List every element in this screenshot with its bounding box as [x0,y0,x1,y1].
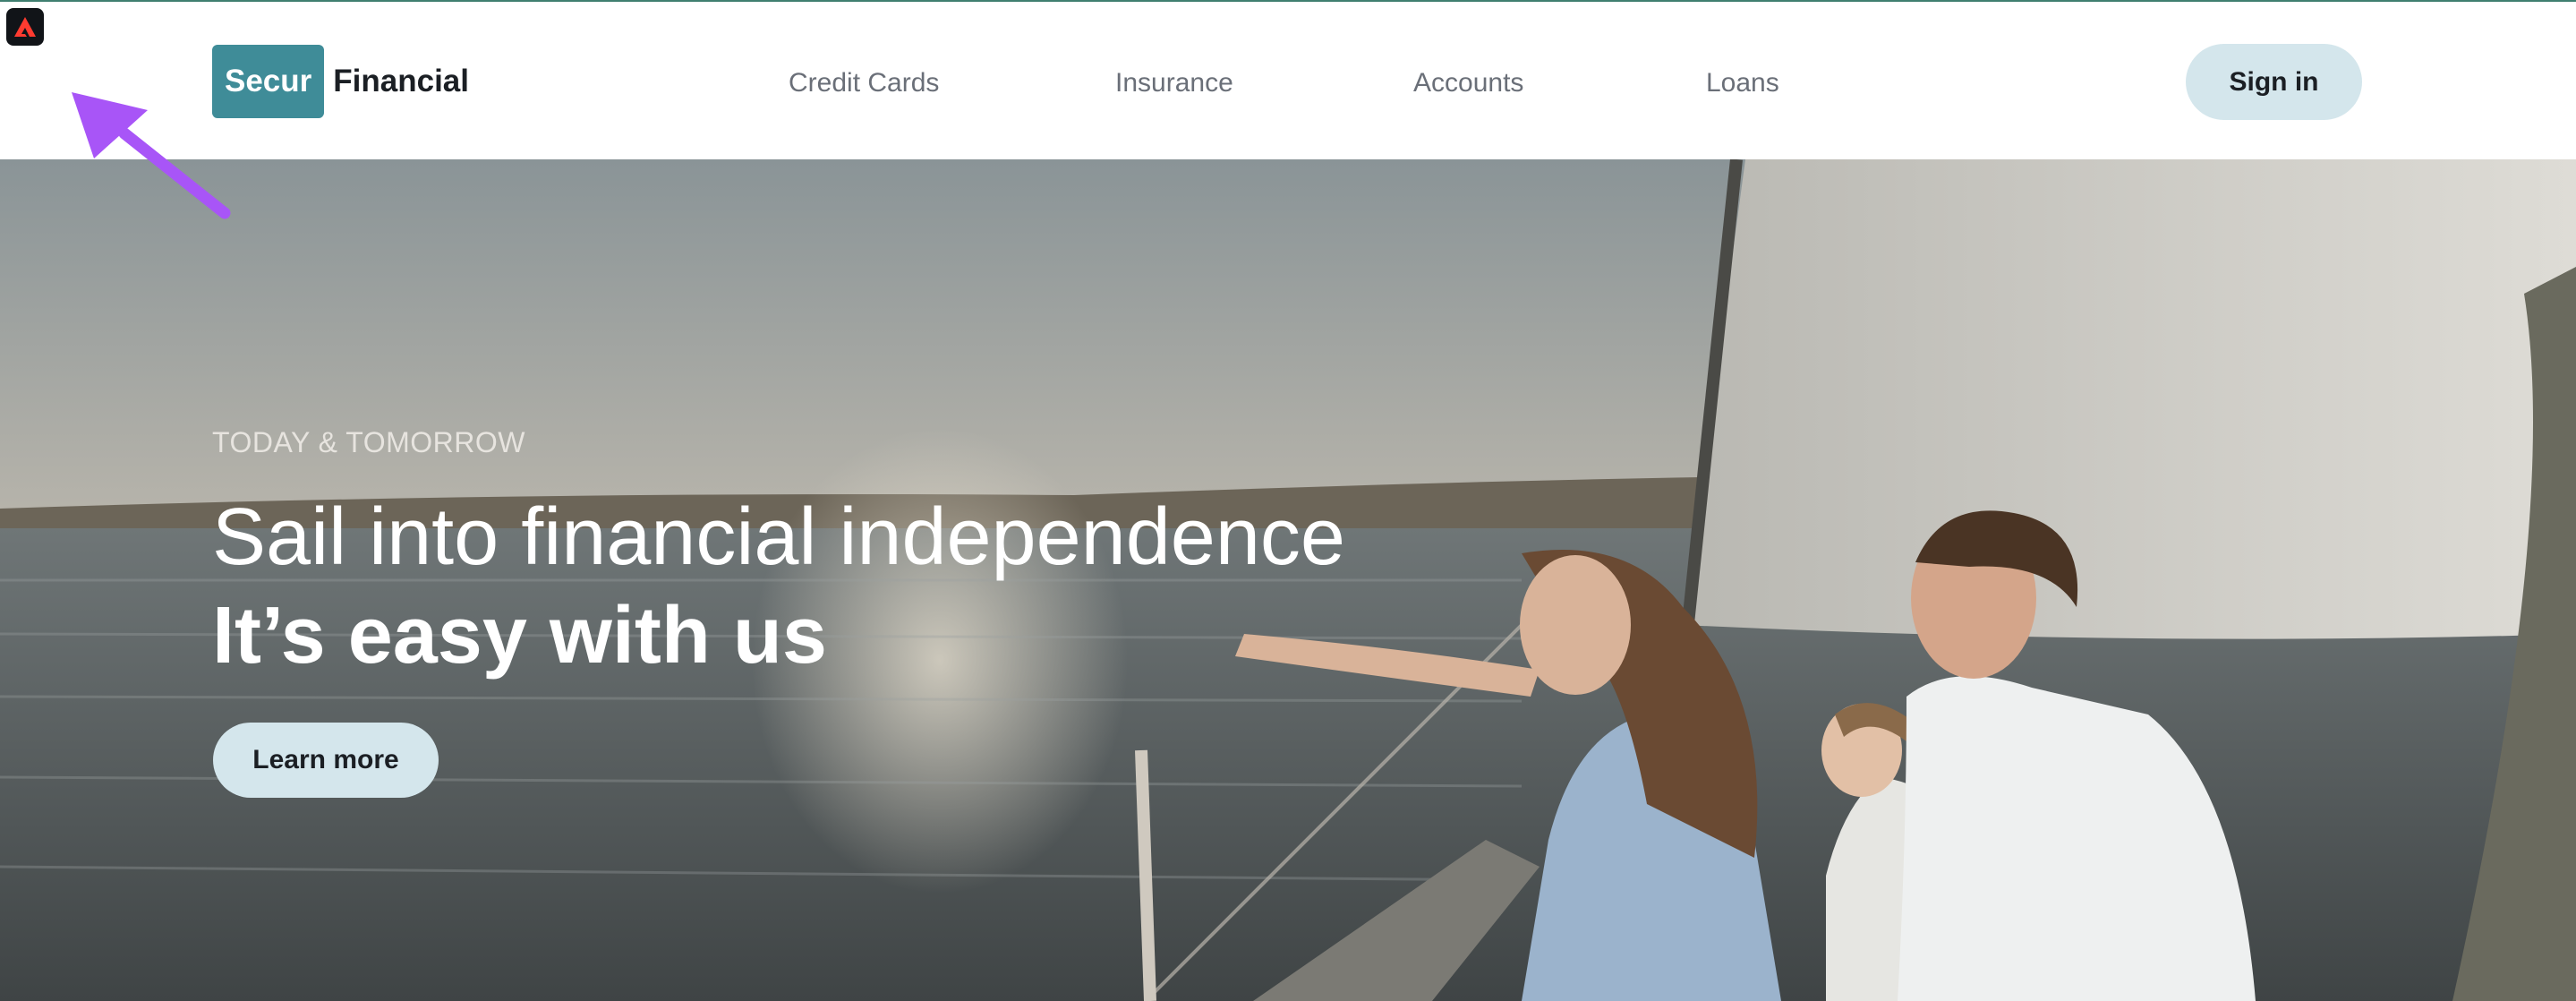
nav-loans[interactable]: Loans [1706,61,1779,106]
hero-subline: It’s easy with us [212,591,827,680]
nav-insurance[interactable]: Insurance [1115,61,1233,106]
learn-more-button[interactable]: Learn more [213,723,439,798]
adobe-icon[interactable] [6,8,44,46]
sign-in-button[interactable]: Sign in [2186,44,2362,120]
adobe-logo-glyph [14,17,36,37]
site-logo[interactable]: Secur Financial [212,45,469,118]
nav-credit-cards[interactable]: Credit Cards [789,61,939,106]
arrow-pointer-icon [72,92,231,219]
hero-headline: Sail into financial independence [212,492,1345,582]
logo-text: Financial [333,64,469,98]
site-header: Secur Financial Credit Cards Insurance A… [0,2,2576,159]
hero-section: TODAY & TOMORROW Sail into financial ind… [0,159,2576,1001]
hero-eyebrow: TODAY & TOMORROW [212,426,525,458]
nav-accounts[interactable]: Accounts [1413,61,1523,106]
